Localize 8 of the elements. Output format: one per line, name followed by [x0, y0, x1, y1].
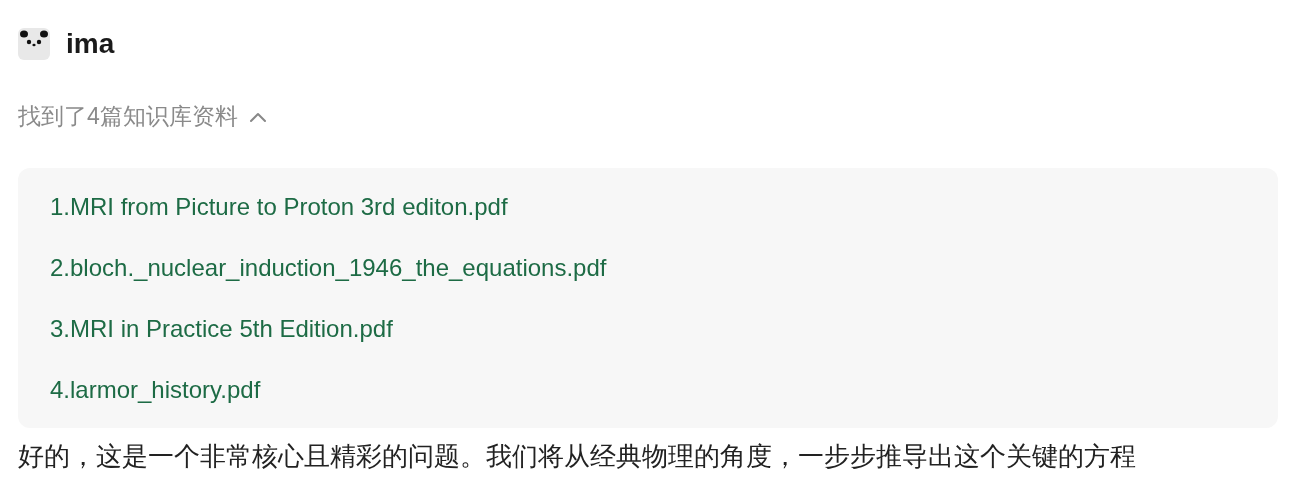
app-name: ima [66, 28, 115, 60]
file-link[interactable]: 1.MRI from Picture to Proton 3rd editon.pdf [50, 190, 508, 223]
file-link[interactable]: 3.MRI in Practice 5th Edition.pdf [50, 312, 393, 345]
sources-toggle[interactable]: 找到了4篇知识库资料 [18, 101, 268, 132]
answer-text: 好的，这是一个非常核心且精彩的问题。我们将从经典物理的角度，一步步推导出这个关键的方程 [18, 440, 1137, 472]
file-link[interactable]: 2.bloch._nuclear_induction_1946_the_equations.pdf [50, 251, 607, 284]
panda-icon [18, 28, 50, 60]
file-link[interactable]: 4.larmor_history.pdf [50, 373, 261, 406]
